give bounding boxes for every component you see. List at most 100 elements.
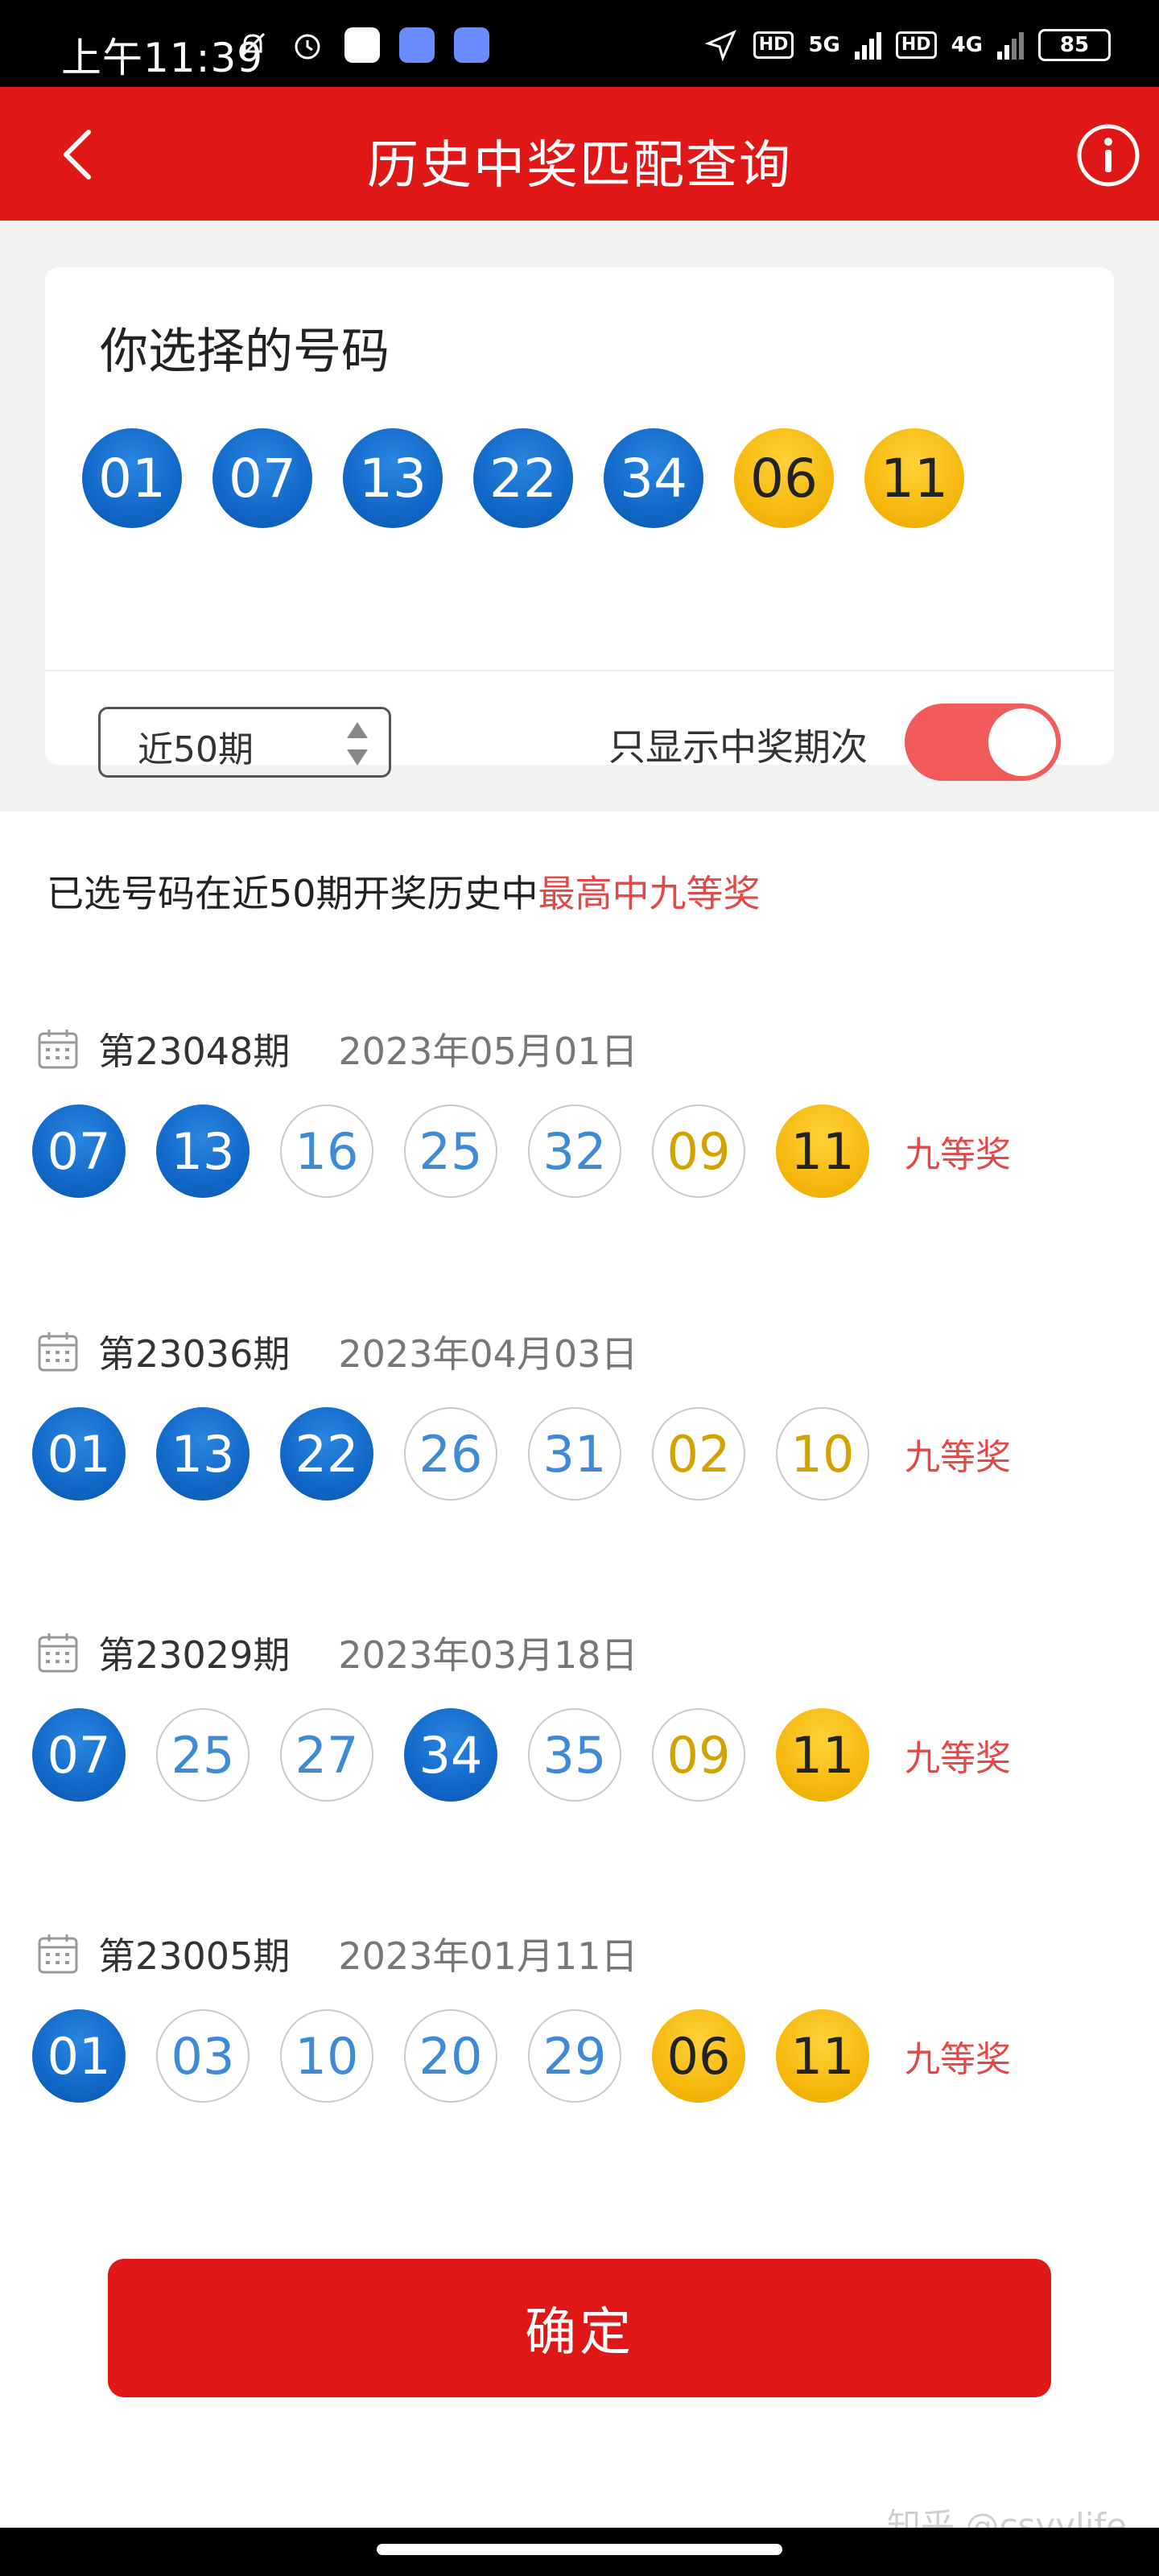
draw-date: 2023年01月11日: [338, 1934, 638, 1978]
nav-bar: 历史中奖匹配查询: [0, 87, 1159, 221]
draw-ball: 16: [280, 1104, 373, 1198]
draw-ball: 13: [156, 1104, 250, 1198]
calendar-icon: [38, 1030, 78, 1069]
signal-icon-2: [997, 31, 1024, 60]
toggle-knob: [988, 708, 1056, 776]
draw-ball: 07: [32, 1708, 126, 1802]
selection-section: 你选择的号码 01 07 13 22 34 06 11 近50期 只显示中奖期次: [0, 221, 1159, 811]
toggle-label: 只显示中奖期次: [608, 725, 868, 769]
prize-label: 九等奖: [905, 1738, 1011, 1779]
battery-icon: 85: [1038, 29, 1111, 61]
draw-header: 第23036期 2023年04月03日: [35, 1323, 637, 1380]
summary-lead: 已选号码在近50期开奖历史中: [47, 872, 538, 915]
draw-period: 第23036期: [98, 1332, 291, 1376]
selected-front-ball: 34: [604, 428, 703, 528]
status-left-icons: [235, 27, 489, 63]
prize-label: 九等奖: [905, 1437, 1011, 1478]
draw-ball: 01: [32, 1407, 126, 1501]
draw-record: 第23005期 2023年01月11日 01 03 10 20 29 06 11 九等奖: [0, 1926, 1159, 2167]
selected-numbers: 01 07 13 22 34 06 11: [82, 428, 964, 528]
status-time: 上午11:39: [61, 35, 264, 81]
draw-ball: 03: [156, 2009, 250, 2103]
draw-date: 2023年05月01日: [338, 1030, 638, 1073]
draw-ball: 27: [280, 1708, 373, 1802]
draw-ball: 06: [652, 2009, 745, 2103]
selected-front-ball: 22: [473, 428, 573, 528]
home-indicator: [0, 2528, 1159, 2576]
draw-ball: 09: [652, 1104, 745, 1198]
draw-ball: 29: [528, 2009, 621, 2103]
draw-ball: 26: [404, 1407, 497, 1501]
home-bar[interactable]: [377, 2544, 782, 2555]
calendar-icon: [38, 1633, 78, 1673]
period-select[interactable]: 近50期: [98, 707, 391, 778]
draw-ball: 22: [280, 1407, 373, 1501]
draw-period: 第23048期: [98, 1030, 291, 1073]
draw-period: 第23005期: [98, 1934, 291, 1978]
draw-record: 第23048期 2023年05月01日 07 13 16 25 32 09 11 九等奖: [0, 1021, 1159, 1262]
hd-badge: HD: [753, 31, 794, 59]
network-5g: 5G: [808, 33, 840, 57]
app-icon-3: [454, 27, 489, 63]
draw-ball: 01: [32, 2009, 126, 2103]
selection-title: 你选择的号码: [100, 324, 390, 380]
draw-date: 2023年04月03日: [338, 1332, 638, 1376]
alarm-icon: [295, 34, 320, 60]
draw-date: 2023年03月18日: [338, 1633, 638, 1677]
prize-label: 九等奖: [905, 1134, 1011, 1175]
draw-ball: 10: [280, 2009, 373, 2103]
draw-ball: 13: [156, 1407, 250, 1501]
period-select-value: 近50期: [138, 729, 254, 770]
draw-numbers: 07 13 16 25 32 09 11 九等奖: [32, 1104, 1011, 1198]
draw-ball: 11: [776, 1708, 869, 1802]
draw-record: 第23029期 2023年03月18日 07 25 27 34 35 09 11 九等奖: [0, 1624, 1159, 1866]
selection-card: 你选择的号码 01 07 13 22 34 06 11 近50期 只显示中奖期次: [45, 267, 1114, 781]
selected-back-ball: 11: [864, 428, 964, 528]
page-title: 历史中奖匹配查询: [367, 136, 792, 196]
draw-header: 第23029期 2023年03月18日: [35, 1624, 637, 1681]
confirm-button[interactable]: 确定: [108, 2259, 1051, 2397]
draw-header: 第23005期 2023年01月11日: [35, 1926, 637, 1982]
winning-only-toggle[interactable]: [905, 704, 1061, 781]
app-icon-1: [344, 27, 380, 63]
app-icon-2: [399, 27, 435, 63]
draw-ball: 32: [528, 1104, 621, 1198]
network-4g: 4G: [951, 33, 983, 57]
selected-back-ball: 06: [734, 428, 834, 528]
stepper-arrows-icon: [347, 722, 368, 766]
selected-front-ball: 07: [212, 428, 312, 528]
draw-ball: 25: [156, 1708, 250, 1802]
draw-numbers: 01 03 10 20 29 06 11 九等奖: [32, 2009, 1011, 2103]
info-icon[interactable]: [1075, 122, 1141, 188]
draw-numbers: 07 25 27 34 35 09 11 九等奖: [32, 1708, 1011, 1802]
summary-text: 已选号码在近50期开奖历史中最高中九等奖: [47, 865, 761, 918]
selected-front-ball: 01: [82, 428, 182, 528]
draw-ball: 09: [652, 1708, 745, 1802]
summary-highlight: 最高中九等奖: [538, 872, 761, 915]
divider: [45, 670, 1114, 671]
prize-label: 九等奖: [905, 2039, 1011, 2080]
draw-ball: 31: [528, 1407, 621, 1501]
status-right-icons: HD 5G HD 4G 85: [703, 27, 1111, 63]
draw-ball: 10: [776, 1407, 869, 1501]
status-bar: 上午11:39 HD 5G HD 4G 85: [0, 0, 1159, 87]
mute-bell-icon: [240, 32, 266, 58]
signal-icon: [854, 31, 881, 60]
hd-badge-2: HD: [895, 31, 937, 59]
draw-numbers: 01 13 22 26 31 02 10 九等奖: [32, 1407, 1011, 1501]
draw-ball: 02: [652, 1407, 745, 1501]
draw-ball: 11: [776, 1104, 869, 1198]
draw-period: 第23029期: [98, 1633, 291, 1677]
calendar-icon: [38, 1934, 78, 1974]
draw-ball: 34: [404, 1708, 497, 1802]
draw-ball: 07: [32, 1104, 126, 1198]
draw-ball: 11: [776, 2009, 869, 2103]
selected-front-ball: 13: [343, 428, 443, 528]
location-icon: [704, 30, 736, 62]
calendar-icon: [38, 1332, 78, 1372]
draw-record: 第23036期 2023年04月03日 01 13 22 26 31 02 10 九等奖: [0, 1323, 1159, 1565]
draw-header: 第23048期 2023年05月01日: [35, 1021, 637, 1077]
draw-ball: 25: [404, 1104, 497, 1198]
draw-ball: 20: [404, 2009, 497, 2103]
draw-ball: 35: [528, 1708, 621, 1802]
